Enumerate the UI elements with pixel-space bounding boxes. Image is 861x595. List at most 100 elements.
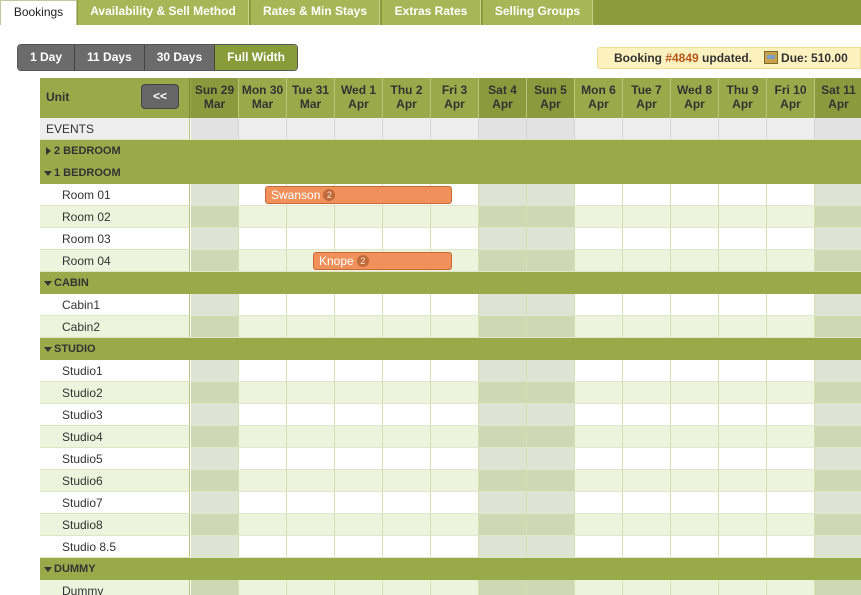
group-toggle[interactable]: STUDIO: [40, 338, 190, 360]
calendar-cell[interactable]: [479, 316, 527, 338]
calendar-cell[interactable]: [767, 580, 815, 595]
calendar-cell[interactable]: [287, 492, 335, 514]
calendar-cell[interactable]: [623, 184, 671, 206]
calendar-cell[interactable]: [767, 536, 815, 558]
calendar-cell[interactable]: [719, 580, 767, 595]
calendar-cell[interactable]: [479, 404, 527, 426]
calendar-cell[interactable]: [719, 492, 767, 514]
calendar-cell[interactable]: [335, 580, 383, 595]
calendar-cell[interactable]: [623, 316, 671, 338]
calendar-cell[interactable]: [191, 360, 239, 382]
calendar-cell[interactable]: [575, 426, 623, 448]
calendar-cell[interactable]: [191, 514, 239, 536]
calendar-cell[interactable]: [383, 294, 431, 316]
unit-label[interactable]: Studio5: [40, 448, 190, 470]
calendar-cell[interactable]: [479, 294, 527, 316]
calendar-cell[interactable]: [815, 316, 861, 338]
calendar-cell[interactable]: [671, 426, 719, 448]
calendar-cell[interactable]: [671, 580, 719, 595]
calendar-cell[interactable]: [479, 206, 527, 228]
calendar-cell[interactable]: [575, 382, 623, 404]
calendar-cell[interactable]: [719, 470, 767, 492]
calendar-cell[interactable]: [527, 470, 575, 492]
calendar-cell[interactable]: [527, 536, 575, 558]
calendar-cell[interactable]: [335, 536, 383, 558]
calendar-cell[interactable]: [767, 514, 815, 536]
calendar-cell[interactable]: [479, 118, 527, 140]
calendar-cell[interactable]: [671, 250, 719, 272]
calendar-cell[interactable]: [383, 448, 431, 470]
unit-label[interactable]: Cabin2: [40, 316, 190, 338]
calendar-cell[interactable]: [623, 404, 671, 426]
unit-label[interactable]: Studio4: [40, 426, 190, 448]
calendar-cell[interactable]: [575, 580, 623, 595]
calendar-cell[interactable]: [719, 426, 767, 448]
calendar-cell[interactable]: [767, 426, 815, 448]
unit-label[interactable]: Cabin1: [40, 294, 190, 316]
calendar-cell[interactable]: [623, 250, 671, 272]
unit-label[interactable]: Studio2: [40, 382, 190, 404]
calendar-cell[interactable]: [815, 360, 861, 382]
calendar-cell[interactable]: [383, 470, 431, 492]
calendar-cell[interactable]: [575, 448, 623, 470]
tab-selling-groups[interactable]: Selling Groups: [483, 0, 593, 25]
calendar-cell[interactable]: [335, 514, 383, 536]
calendar-cell[interactable]: [815, 294, 861, 316]
calendar-cell[interactable]: [431, 580, 479, 595]
calendar-cell[interactable]: [479, 250, 527, 272]
calendar-cell[interactable]: [767, 118, 815, 140]
calendar-cell[interactable]: [623, 294, 671, 316]
calendar-cell[interactable]: [191, 426, 239, 448]
calendar-cell[interactable]: [239, 382, 287, 404]
calendar-cell[interactable]: [815, 514, 861, 536]
calendar-cell[interactable]: [527, 514, 575, 536]
group-toggle[interactable]: CABIN: [40, 272, 190, 294]
calendar-cell[interactable]: [431, 228, 479, 250]
calendar-cell[interactable]: [287, 514, 335, 536]
calendar-cell[interactable]: [815, 426, 861, 448]
calendar-cell[interactable]: [671, 206, 719, 228]
calendar-cell[interactable]: [767, 382, 815, 404]
calendar-cell[interactable]: [191, 382, 239, 404]
calendar-cell[interactable]: [719, 448, 767, 470]
calendar-cell[interactable]: [719, 360, 767, 382]
calendar-cell[interactable]: [575, 228, 623, 250]
calendar-cell[interactable]: [191, 448, 239, 470]
calendar-cell[interactable]: [239, 294, 287, 316]
calendar-cell[interactable]: [239, 426, 287, 448]
view-1-day-button[interactable]: 1 Day: [18, 45, 76, 70]
calendar-cell[interactable]: [383, 228, 431, 250]
calendar-cell[interactable]: [575, 294, 623, 316]
calendar-cell[interactable]: [671, 228, 719, 250]
calendar-cell[interactable]: [191, 228, 239, 250]
calendar-cell[interactable]: [623, 382, 671, 404]
calendar-cell[interactable]: [623, 426, 671, 448]
calendar-cell[interactable]: [335, 426, 383, 448]
calendar-cell[interactable]: [815, 448, 861, 470]
calendar-cell[interactable]: [287, 382, 335, 404]
calendar-cell[interactable]: [575, 206, 623, 228]
calendar-cell[interactable]: [287, 316, 335, 338]
calendar-cell[interactable]: [671, 184, 719, 206]
calendar-cell[interactable]: [719, 118, 767, 140]
calendar-cell[interactable]: [575, 184, 623, 206]
calendar-cell[interactable]: [767, 492, 815, 514]
calendar-cell[interactable]: [383, 360, 431, 382]
unit-label[interactable]: Room 04: [40, 250, 190, 272]
calendar-cell[interactable]: [671, 492, 719, 514]
calendar-cell[interactable]: [671, 536, 719, 558]
calendar-cell[interactable]: [287, 294, 335, 316]
calendar-cell[interactable]: [767, 206, 815, 228]
unit-label[interactable]: Room 03: [40, 228, 190, 250]
calendar-cell[interactable]: [527, 118, 575, 140]
calendar-cell[interactable]: [815, 470, 861, 492]
calendar-cell[interactable]: [191, 580, 239, 595]
calendar-cell[interactable]: [719, 536, 767, 558]
unit-label[interactable]: Room 01: [40, 184, 190, 206]
calendar-cell[interactable]: [815, 580, 861, 595]
calendar-cell[interactable]: [815, 118, 861, 140]
calendar-cell[interactable]: [335, 404, 383, 426]
calendar-cell[interactable]: [623, 118, 671, 140]
calendar-cell[interactable]: [239, 206, 287, 228]
calendar-cell[interactable]: [479, 580, 527, 595]
